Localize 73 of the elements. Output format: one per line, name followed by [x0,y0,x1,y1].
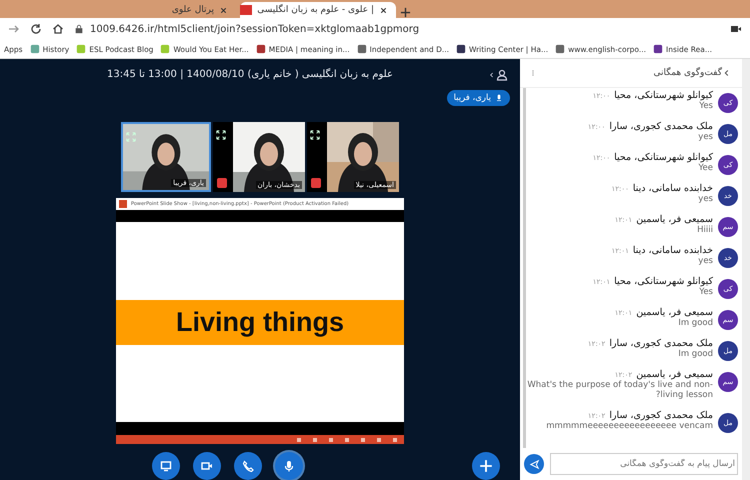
plus-icon [479,459,493,474]
message-text: yes [698,132,713,142]
sender-name: سمیعی فر، یاسمین [636,214,713,225]
message-text: yes [698,194,713,204]
expand-icon [310,130,320,140]
message-text: mmmmmeeeeeeeeeeeeeeeee vencam [546,421,713,431]
close-icon [379,6,388,14]
message-text: Im good [678,318,713,328]
camera-button[interactable] [193,452,221,480]
phone-button[interactable] [234,452,262,480]
muted-icon [217,178,227,188]
message-text: yes [698,256,713,266]
url-text[interactable]: 1009.6426.ir/html5client/join?sessionToken=xktglomaab1gpmorg [90,24,420,34]
toolbar-icon [376,436,382,443]
tab-favicon-icon [240,4,252,16]
muted-icon [311,178,321,188]
message-text: Yee [698,163,713,173]
expand-icon [216,130,226,140]
sender-name: خدابنده سامانی، دینا [632,183,713,194]
bookmark-icon [653,44,664,54]
meeting-title: علوم به زبان انگلیسی ( خانم یاری) 1400/08/10 | 13:00 تا 13:45 [106,69,394,80]
sender-name: ملک محمدی کجوری، سارا [609,121,713,132]
sender-name: کیوانلو شهرستانکی، محیا [614,152,713,163]
bookmark-icon [76,44,86,54]
screen-share-icon [160,460,172,472]
sender-name: سمیعی فر، یاسمین [636,307,713,318]
browser-tab[interactable]: علوی - علوم به زبان انگلیسی | [240,2,396,18]
sender-name: ملک محمدی کجوری، سارا [609,338,713,349]
toolbar-icon [392,436,398,443]
toolbar-icon [328,436,334,443]
microphone-icon [283,460,295,472]
bookmark-icon [30,44,40,54]
sender-name: کیوانلو شهرستانکی، محیا [614,276,713,287]
plus-button[interactable] [472,452,500,480]
message-text: What's the purpose of today's live and non-living lesson? [526,380,713,400]
sender-name: کیوانلو شهرستانکی، محیا [614,90,713,101]
toolbar-icon [360,436,366,443]
phone-icon [242,460,254,472]
close-icon [219,6,228,14]
message-text: Yes [699,287,713,297]
bookmark-icon [356,44,367,54]
speaker-badge: یاری، فریبا [446,90,510,106]
screen-button[interactable] [152,452,180,480]
sender-name: ملک محمدی کجوری، سارا [609,410,713,421]
powerpoint-icon [119,200,127,208]
message-text: Hiiii [697,225,713,235]
lock-icon [74,24,84,34]
sender-name: خدابنده سامانی، دینا [632,245,713,256]
camera-icon [201,460,213,472]
message-text: Yes [699,101,713,111]
bookmark-icon [456,44,466,54]
new-tab-icon [400,7,411,18]
browser-tab[interactable]: پرتال علوی [80,2,236,18]
toolbar-icon [312,436,318,443]
camera-icon [730,23,742,35]
send-icon [528,458,540,470]
chat-title: گفت‌وگوی همگانی [652,68,722,78]
bookmark-icon [256,44,266,54]
expand-icon [126,132,136,142]
mic-button[interactable] [275,452,303,480]
send-button[interactable] [524,454,544,474]
toolbar-icon [296,436,302,443]
bookmark-icon [160,44,170,54]
home-icon [52,23,64,35]
bookmark-icon [555,44,566,54]
slide-heading: Living things [116,300,404,345]
toolbar-icon [344,436,350,443]
microphone-icon [495,94,503,102]
forward-icon [8,23,20,35]
reload-icon [30,23,42,35]
sender-name: سمیعی فر، یاسمین [636,369,713,380]
user-icon [496,68,508,81]
message-text: Im good [678,349,713,359]
